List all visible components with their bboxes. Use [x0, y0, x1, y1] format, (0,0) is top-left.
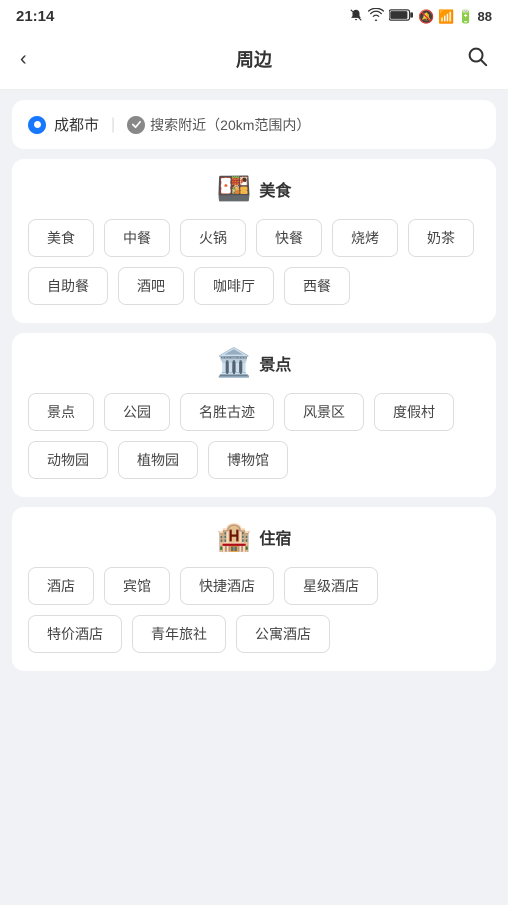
food-icon: 🍱	[217, 175, 252, 203]
status-time: 21:14	[16, 8, 54, 25]
tag-度假村[interactable]: 度假村	[374, 393, 454, 431]
section-hotel: 🏨 住宿酒店宾馆快捷酒店星级酒店特价酒店青年旅社公寓酒店	[12, 507, 496, 671]
status-icons: 🔕 📶 🔋 88	[349, 8, 492, 25]
page-title: 周边	[236, 46, 272, 72]
tag-公园[interactable]: 公园	[104, 393, 170, 431]
battery-icon	[389, 8, 413, 25]
wifi-icon	[368, 8, 384, 25]
tag-烧烤[interactable]: 烧烤	[332, 219, 398, 257]
tag-风景区[interactable]: 风景区	[284, 393, 364, 431]
city-name: 成都市	[54, 114, 99, 135]
check-icon	[127, 116, 145, 134]
divider: |	[111, 116, 115, 134]
tag-快餐[interactable]: 快餐	[256, 219, 322, 257]
food-tags-grid: 美食中餐火锅快餐烧烤奶茶自助餐酒吧咖啡厅西餐	[28, 219, 480, 305]
tag-名胜古迹[interactable]: 名胜古迹	[180, 393, 274, 431]
scenic-icon: 🏛️	[217, 349, 252, 377]
back-button[interactable]: ‹	[16, 44, 31, 75]
tag-博物馆[interactable]: 博物馆	[208, 441, 288, 479]
tag-特价酒店[interactable]: 特价酒店	[28, 615, 122, 653]
tag-植物园[interactable]: 植物园	[118, 441, 198, 479]
location-dot-icon	[28, 116, 46, 134]
section-header-hotel: 🏨 住宿	[28, 523, 480, 551]
tag-自助餐[interactable]: 自助餐	[28, 267, 108, 305]
location-bar: 成都市 | 搜索附近（20km范围内）	[12, 100, 496, 149]
tag-宾馆[interactable]: 宾馆	[104, 567, 170, 605]
tag-动物园[interactable]: 动物园	[28, 441, 108, 479]
section-scenic: 🏛️景点景点公园名胜古迹风景区度假村动物园植物园博物馆	[12, 333, 496, 497]
tag-星级酒店[interactable]: 星级酒店	[284, 567, 378, 605]
silent-icon	[349, 8, 363, 25]
tag-酒店[interactable]: 酒店	[28, 567, 94, 605]
tag-美食[interactable]: 美食	[28, 219, 94, 257]
section-header-scenic: 🏛️ 景点	[28, 349, 480, 377]
tag-咖啡厅[interactable]: 咖啡厅	[194, 267, 274, 305]
scenic-tags-grid: 景点公园名胜古迹风景区度假村动物园植物园博物馆	[28, 393, 480, 479]
tag-公寓酒店[interactable]: 公寓酒店	[236, 615, 330, 653]
battery-percent: 🔕 📶 🔋 88	[418, 9, 492, 25]
tag-景点[interactable]: 景点	[28, 393, 94, 431]
tag-快捷酒店[interactable]: 快捷酒店	[180, 567, 274, 605]
tag-西餐[interactable]: 西餐	[284, 267, 350, 305]
nearby-check[interactable]: 搜索附近（20km范围内）	[127, 115, 310, 135]
hotel-icon: 🏨	[217, 523, 252, 551]
hotel-tags-grid: 酒店宾馆快捷酒店星级酒店特价酒店青年旅社公寓酒店	[28, 567, 480, 653]
tag-奶茶[interactable]: 奶茶	[408, 219, 474, 257]
scenic-title: 景点	[259, 351, 291, 375]
nearby-label: 搜索附近（20km范围内）	[150, 115, 310, 135]
tag-火锅[interactable]: 火锅	[180, 219, 246, 257]
tag-中餐[interactable]: 中餐	[104, 219, 170, 257]
tag-青年旅社[interactable]: 青年旅社	[132, 615, 226, 653]
search-button[interactable]	[462, 41, 492, 77]
app-header: ‹ 周边	[0, 31, 508, 90]
tag-酒吧[interactable]: 酒吧	[118, 267, 184, 305]
section-food: 🍱美食美食中餐火锅快餐烧烤奶茶自助餐酒吧咖啡厅西餐	[12, 159, 496, 323]
hotel-title: 住宿	[259, 525, 291, 549]
food-title: 美食	[259, 177, 291, 201]
status-bar: 21:14 🔕 📶 🔋 88	[0, 0, 508, 31]
section-header-food: 🍱 美食	[28, 175, 480, 203]
